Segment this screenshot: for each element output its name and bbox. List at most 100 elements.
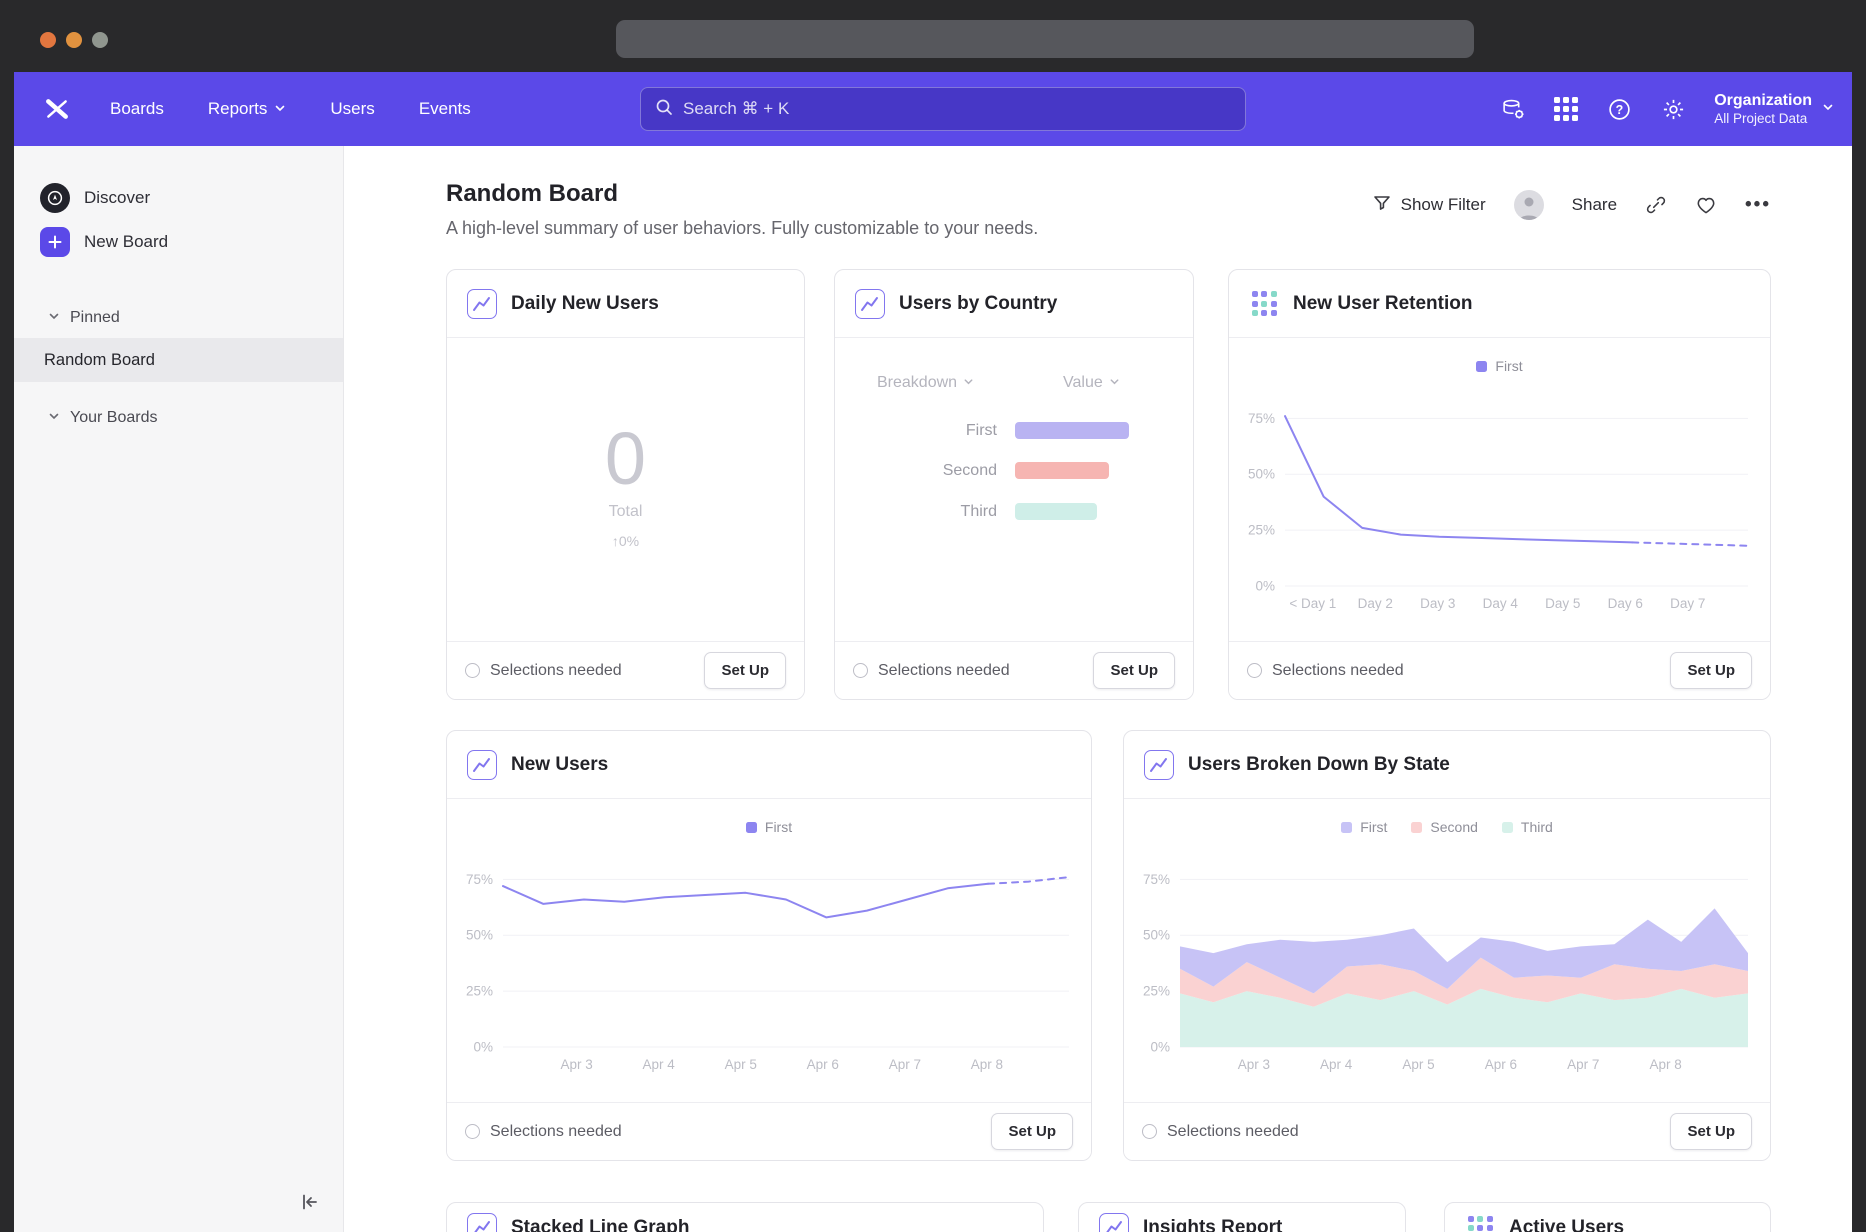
svg-text:Apr 8: Apr 8 [1649, 1057, 1681, 1072]
row-label: Third [835, 503, 997, 520]
set-up-button[interactable]: Set Up [1670, 652, 1752, 689]
copy-link-icon[interactable] [1645, 194, 1667, 216]
chevron-down-icon [48, 409, 60, 427]
breakdown-dropdown[interactable]: Breakdown [877, 374, 974, 392]
org-subtitle: All Project Data [1714, 111, 1807, 128]
window-minimize-button[interactable] [66, 32, 82, 48]
retention-grid-icon [1249, 289, 1279, 319]
svg-text:0%: 0% [473, 1040, 493, 1055]
card-new-users: New Users First 75%50%25%0%Apr 3Apr 4Apr… [446, 730, 1092, 1161]
chevron-down-icon [963, 374, 974, 392]
svg-text:Apr 4: Apr 4 [1320, 1057, 1353, 1072]
search-input[interactable] [683, 99, 1231, 119]
set-up-button[interactable]: Set Up [1093, 652, 1175, 689]
share-button[interactable]: Share [1572, 195, 1617, 215]
sidebar-section-pinned[interactable]: Pinned [14, 298, 343, 338]
line-chart-icon [467, 1213, 497, 1232]
sidebar-item-random-board[interactable]: Random Board [14, 338, 343, 382]
filter-funnel-icon [1372, 193, 1392, 218]
mixpanel-logo[interactable] [42, 94, 72, 124]
card-title: Stacked Line Graph [511, 1217, 689, 1232]
favorite-heart-icon[interactable] [1695, 194, 1717, 216]
svg-text:75%: 75% [1143, 872, 1170, 887]
line-chart-icon [855, 289, 885, 319]
nav-boards[interactable]: Boards [110, 99, 164, 119]
svg-text:50%: 50% [1143, 928, 1170, 943]
retention-grid-icon [1465, 1213, 1495, 1232]
nav-events-label: Events [419, 99, 471, 119]
svg-text:Day 2: Day 2 [1358, 596, 1393, 611]
chevron-down-icon [48, 309, 60, 327]
svg-text:Apr 3: Apr 3 [1238, 1057, 1270, 1072]
row-bar [1015, 503, 1097, 520]
apps-grid-icon[interactable] [1554, 97, 1578, 121]
browser-url-bar[interactable] [616, 20, 1474, 58]
breakdown-row: Third [835, 503, 1193, 520]
plus-icon [40, 227, 70, 257]
avatar[interactable] [1514, 190, 1544, 220]
svg-text:Apr 6: Apr 6 [1485, 1057, 1517, 1072]
org-name: Organization [1714, 91, 1812, 111]
metric-delta: ↑0% [612, 533, 639, 549]
set-up-button[interactable]: Set Up [991, 1113, 1073, 1150]
svg-text:Apr 3: Apr 3 [560, 1057, 592, 1072]
search-icon [655, 98, 673, 121]
window-chrome [0, 0, 1866, 72]
svg-text:0%: 0% [1255, 579, 1275, 594]
nav-users-label: Users [330, 99, 374, 119]
card-active-users: Active Users [1444, 1202, 1771, 1232]
help-icon[interactable]: ? [1606, 96, 1632, 122]
card-daily-new-users: Daily New Users 0 Total ↑0% Selections n… [446, 269, 805, 700]
state-area-chart: 75%50%25%0%Apr 3Apr 4Apr 5Apr 6Apr 7Apr … [1124, 849, 1770, 1077]
sidebar-collapse-icon[interactable] [295, 1188, 323, 1216]
sidebar-section-your-boards[interactable]: Your Boards [14, 398, 343, 438]
legend-swatch [746, 822, 757, 833]
metric-label: Total [609, 503, 643, 521]
legend-label: First [765, 819, 792, 835]
status-circle-icon [465, 663, 480, 678]
status-text: Selections needed [1272, 662, 1404, 680]
row-label: Second [835, 462, 997, 479]
svg-text:Day 5: Day 5 [1545, 596, 1580, 611]
main-content: Random Board A high-level summary of use… [344, 146, 1852, 1232]
value-dropdown[interactable]: Value [1063, 374, 1120, 392]
new-board-button[interactable]: New Board [14, 220, 343, 264]
legend-label: Third [1521, 819, 1553, 835]
svg-text:Day 6: Day 6 [1608, 596, 1643, 611]
row-bar [1015, 422, 1129, 439]
status-text: Selections needed [490, 1123, 622, 1141]
nav-reports[interactable]: Reports [208, 99, 287, 119]
window-close-button[interactable] [40, 32, 56, 48]
page-title: Random Board [446, 180, 618, 208]
org-switcher[interactable]: Organization All Project Data [1714, 91, 1834, 128]
nav-events[interactable]: Events [419, 99, 471, 119]
breakdown-row: Second [835, 462, 1193, 479]
sidebar-item-discover[interactable]: Discover [14, 176, 343, 220]
status-circle-icon [465, 1124, 480, 1139]
card-title: Users Broken Down By State [1188, 754, 1450, 776]
data-management-icon[interactable] [1500, 96, 1526, 122]
legend-swatch [1411, 822, 1422, 833]
settings-gear-icon[interactable] [1660, 96, 1686, 122]
set-up-button[interactable]: Set Up [1670, 1113, 1752, 1150]
set-up-button[interactable]: Set Up [704, 652, 786, 689]
svg-text:0%: 0% [1150, 1040, 1170, 1055]
legend-label: First [1360, 819, 1387, 835]
svg-text:Apr 7: Apr 7 [889, 1057, 921, 1072]
chevron-down-icon [274, 99, 286, 119]
more-options-icon[interactable]: ••• [1745, 194, 1771, 216]
chevron-down-icon [1109, 374, 1120, 392]
metric-value: 0 [605, 416, 646, 501]
svg-text:25%: 25% [466, 984, 493, 999]
window-zoom-button[interactable] [92, 32, 108, 48]
chart-legend: First Second Third [1124, 819, 1770, 835]
nav-boards-label: Boards [110, 99, 164, 119]
nav-users[interactable]: Users [330, 99, 374, 119]
page-subtitle: A high-level summary of user behaviors. … [446, 218, 1038, 239]
retention-chart: 75%50%25%0%< Day 1Day 2Day 3Day 4Day 5Da… [1229, 388, 1770, 616]
status-circle-icon [1142, 1124, 1157, 1139]
search-bar[interactable] [640, 87, 1246, 131]
value-label: Value [1063, 374, 1103, 392]
svg-text:Day 4: Day 4 [1483, 596, 1519, 611]
show-filter-button[interactable]: Show Filter [1372, 193, 1486, 218]
